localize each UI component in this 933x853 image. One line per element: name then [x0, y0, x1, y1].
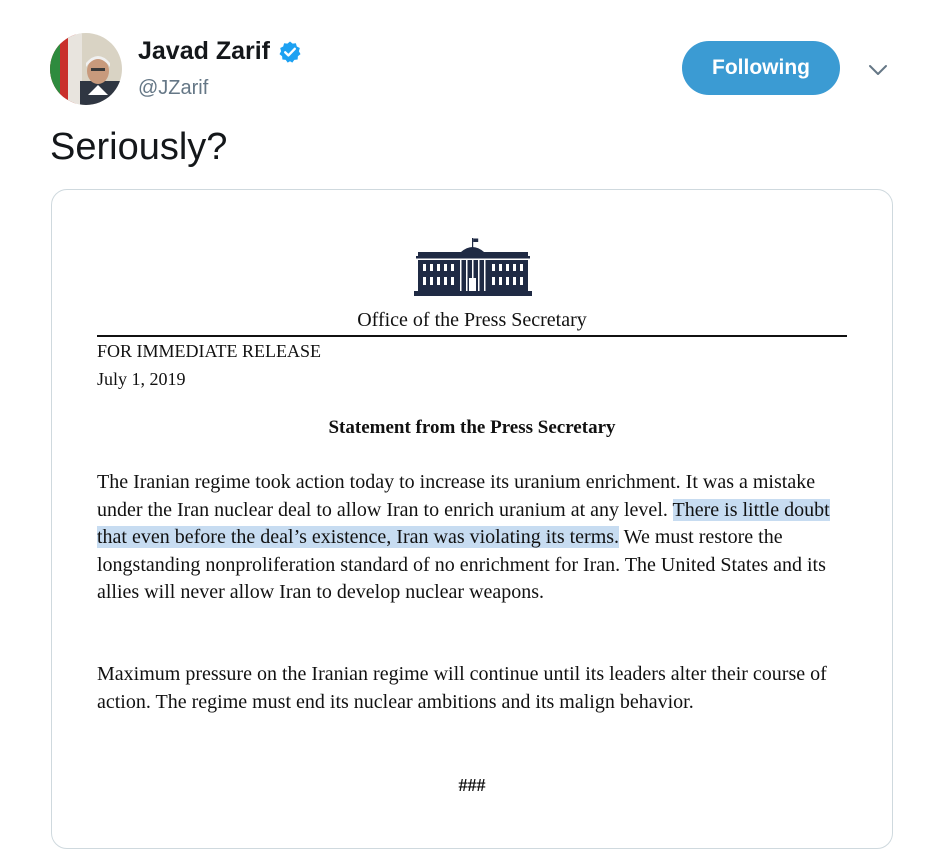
- statement-paragraph-2: Maximum pressure on the Iranian regime w…: [97, 663, 827, 713]
- author-name[interactable]: Javad Zarif: [138, 37, 302, 66]
- following-button[interactable]: Following: [682, 41, 840, 95]
- release-label: FOR IMMEDIATE RELEASE: [97, 341, 321, 361]
- end-mark: ###: [458, 775, 486, 795]
- statement-paragraph-1: The Iranian regime took action today to …: [97, 469, 857, 607]
- tweet-media-card[interactable]: Office of the Press Secretary FOR IMMEDI…: [51, 189, 893, 849]
- release-date: July 1, 2019: [97, 369, 186, 389]
- avatar[interactable]: [50, 33, 122, 105]
- tweet-text: Seriously?: [50, 126, 228, 168]
- verified-badge-icon: [278, 40, 302, 64]
- press-statement-document: Office of the Press Secretary FOR IMMEDI…: [52, 190, 892, 848]
- statement-heading: Statement from the Press Secretary: [328, 417, 616, 438]
- office-title: Office of the Press Secretary: [357, 309, 587, 331]
- avatar-image: [50, 33, 122, 105]
- white-house-icon: [414, 238, 532, 296]
- author-name-text[interactable]: Javad Zarif: [138, 37, 270, 66]
- author-handle[interactable]: @JZarif: [138, 77, 208, 100]
- divider: [97, 335, 847, 337]
- chevron-down-icon[interactable]: [864, 58, 892, 82]
